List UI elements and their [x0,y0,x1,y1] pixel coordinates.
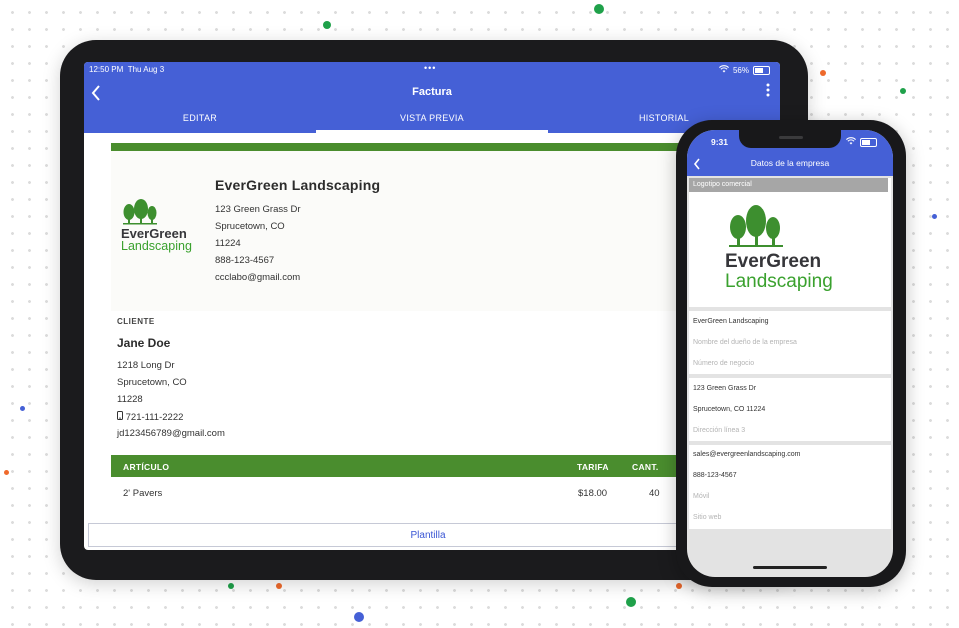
status-time: 12:50 PM [89,65,124,74]
decor-dot [354,612,364,622]
home-indicator[interactable] [753,566,827,569]
company-name: EverGreen Landscaping [215,177,381,193]
row-item: 2' Pavers [123,488,163,499]
client-zip: 11228 [117,394,143,405]
decor-dot [323,21,331,29]
email-field[interactable]: sales@evergreenlandscaping.com [693,451,801,458]
client-city: Sprucetown, CO [117,377,187,388]
client-phone-row: 721-111-2222 [117,411,183,423]
decor-dot [820,70,826,76]
battery-icon [753,65,770,75]
decor-dot [932,214,937,219]
items-table-header: ARTÍCULO TARIFA CANT. [111,455,711,477]
website-field[interactable]: Sitio web [693,514,721,521]
header-rate: TARIFA [577,462,609,472]
company-address: 123 Green Grass Dr [215,204,301,215]
more-vertical-icon[interactable] [766,83,770,102]
decor-dot [20,406,25,411]
company-block [111,151,711,311]
row-qty: 40 [649,488,660,499]
tablet-nav-bar: Factura [84,80,780,106]
decor-dot [276,583,282,589]
company-zip: 11224 [215,238,241,249]
phone-page-title: Datos de la empresa [750,158,830,168]
trees-icon [729,205,783,247]
decor-dot [626,597,636,607]
client-address: 1218 Long Dr [117,360,175,371]
business-number-field[interactable]: Número de negocio [693,360,754,367]
company-email: ccclabo@gmail.com [215,272,301,283]
phone-status-time: 9:31 [711,137,729,147]
phone-nav-bar: Datos de la empresa [687,152,893,176]
client-email: jd123456789@gmail.com [117,428,225,439]
invoice-preview: EverGreen Landscaping EverGreen Landscap… [111,133,711,523]
mobile-phone-icon [117,411,126,423]
address-line2-field[interactable]: Sprucetown, CO 11224 [693,406,765,413]
decor-dot [4,470,9,475]
decor-dot [900,88,906,94]
mobile-field[interactable]: Móvil [693,493,709,500]
phone-screen: 9:31 Datos de la empresa Logotipo comerc… [687,130,893,577]
company-logo-large[interactable]: EverGreen Landscaping [725,204,865,304]
tab-vista-previa[interactable]: VISTA PREVIA [316,106,548,133]
tablet-status-bar: 12:50 PM Thu Aug 3 ••• 56% [84,62,780,80]
company-phone: 888-123-4567 [215,255,275,266]
phone-notch [739,130,841,148]
invoice-top-bar [111,143,711,151]
battery-percent: 56% [732,65,749,75]
address-line3-field[interactable]: Dirección línea 3 [693,427,745,434]
status-date: Thu Aug 3 [127,65,165,74]
company-city: Sprucetown, CO [215,221,285,232]
client-label: CLIENTE [117,317,155,326]
battery-icon [860,137,877,147]
logo-text-evergreen: EverGreen [725,251,822,272]
client-name: Jane Doe [117,336,171,350]
trees-icon [123,199,157,225]
decor-dot [594,4,604,14]
phone-device: 9:31 Datos de la empresa Logotipo comerc… [676,120,906,587]
wifi-icon [846,137,856,147]
phone-field[interactable]: 888-123-4567 [693,472,737,479]
tab-editar[interactable]: EDITAR [84,106,316,133]
address-line1-field[interactable]: 123 Green Grass Dr [693,385,756,392]
decor-dot [228,583,234,589]
decor-dot [676,583,682,589]
page-title: Factura [412,86,452,98]
row-rate: $18.00 [578,488,608,499]
business-name-field[interactable]: EverGreen Landscaping [693,318,769,325]
owner-name-field[interactable]: Nombre del dueño de la empresa [693,339,797,346]
client-phone: 721-111-2222 [125,412,184,423]
logo-text-landscaping: Landscaping [121,239,192,253]
template-button[interactable]: Plantilla [88,523,768,547]
wifi-icon [718,65,729,75]
logo-text-landscaping: Landscaping [725,271,833,292]
tab-bar: EDITAR VISTA PREVIA HISTORIAL [84,106,780,133]
header-item: ARTÍCULO [123,462,170,472]
multitask-dots[interactable]: ••• [424,63,436,73]
logo-section-header: Logotipo comercial [689,178,888,192]
header-qty: CANT. [632,462,659,472]
